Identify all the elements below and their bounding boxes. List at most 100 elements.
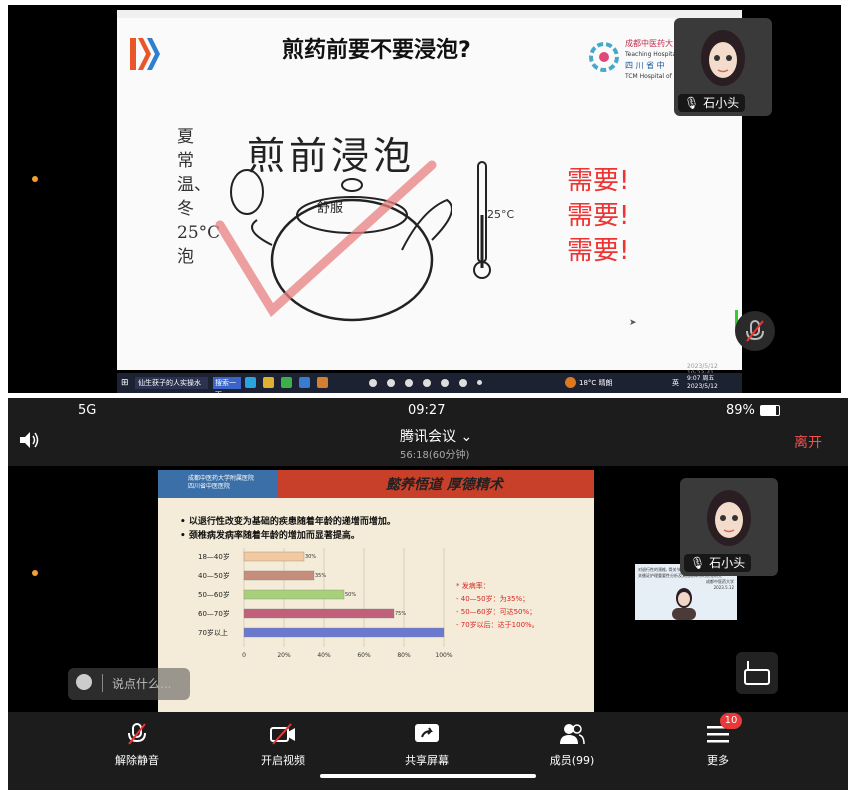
start-video-button[interactable]: 开启视频 xyxy=(238,722,328,768)
slides-icon[interactable] xyxy=(317,377,328,388)
chart-value-label: 30% xyxy=(305,554,316,560)
clock: 09:27 xyxy=(408,403,446,418)
chart-bar xyxy=(243,589,345,600)
ime-indicator[interactable]: 英 xyxy=(672,377,679,389)
folder-icon[interactable] xyxy=(263,377,274,388)
mic-muted-icon xyxy=(746,320,764,342)
taskbar-search[interactable]: 搜索一下 xyxy=(213,377,241,399)
mic-muted-icon: 🎙 xyxy=(684,96,700,110)
slide-nav-dot[interactable] xyxy=(459,379,467,387)
slide-chevron-logo xyxy=(130,38,160,70)
thermometer-icon xyxy=(473,161,491,279)
need-text-1: 需要! xyxy=(567,166,630,196)
chart-x-tick: 20% xyxy=(277,652,291,659)
chart-category-label: 50—60岁 xyxy=(198,590,230,599)
weather-text: 18°C 晴朗 xyxy=(579,379,613,387)
hospital-logo-icon xyxy=(589,42,619,72)
chart-x-tick: 80% xyxy=(397,652,411,659)
chevron-down-icon: ⌄ xyxy=(460,429,473,445)
need-text-3: 需要! xyxy=(567,236,630,266)
weather-icon xyxy=(565,377,576,388)
battery-icon xyxy=(760,405,780,416)
chat-divider xyxy=(102,674,103,692)
share-screen-button[interactable]: 共享屏幕 xyxy=(382,722,472,768)
meeting-header: 腾讯会议 ⌄ 56:18(60分钟) 离开 xyxy=(8,424,848,466)
chart-x-tick: 100% xyxy=(435,652,452,659)
meeting-icon[interactable] xyxy=(299,377,310,388)
members-button[interactable]: 成员(99) xyxy=(527,722,617,768)
herb-pot-drawing xyxy=(215,160,452,322)
participant-name: 🎙 石小头 xyxy=(678,94,746,112)
chart-category-label: 18—40岁 xyxy=(198,552,230,561)
mouse-cursor-icon: ➤ xyxy=(629,318,637,328)
status-bar: 5G 09:27 89% xyxy=(8,398,848,424)
slide-nav-dot[interactable] xyxy=(477,380,482,385)
chat-placeholder: 说点什么... xyxy=(112,677,172,691)
members-icon xyxy=(560,724,585,745)
slide-nav-dot[interactable] xyxy=(387,379,395,387)
meeting-toolbar: 解除静音 开启视频 共享屏幕 成员(99) 更多 10 xyxy=(8,712,848,790)
emoji-icon[interactable] xyxy=(76,674,92,690)
battery-percent: 89% xyxy=(726,403,755,418)
share-screen-icon xyxy=(415,724,439,742)
meeting-duration: 56:18(60分钟) xyxy=(400,450,470,461)
chart-bar xyxy=(243,608,395,619)
taskbar-clock[interactable]: 9:07 周五 2023/5/12 xyxy=(687,375,718,391)
chart-value-label: 35% xyxy=(315,573,326,579)
avatar xyxy=(707,490,751,546)
status-dot xyxy=(32,570,38,576)
mobile-meeting-panel: 5G 09:27 89% 腾讯会议 ⌄ 56:18(60分钟) 离开 成都中医药… xyxy=(8,398,848,790)
notification-badge: 10 xyxy=(720,713,742,729)
participant-name: 🎙 石小头 xyxy=(684,554,752,572)
rotate-icon xyxy=(744,661,770,685)
chat-input[interactable]: 说点什么... xyxy=(68,668,190,700)
slide-nav-dot[interactable] xyxy=(369,379,377,387)
windows-taskbar: ⊞ 仙生获子的人实操水 搜索一下 18°C 晴朗 英 9:07 周五 2023/… xyxy=(117,373,742,399)
chart-category-label: 60—70岁 xyxy=(198,609,230,618)
desktop-share-panel: 煎药前要不要浸泡? 成都中医药大 Teaching Hospital of Ch… xyxy=(8,5,841,399)
network-indicator: 5G xyxy=(78,403,97,418)
slide-nav-dot[interactable] xyxy=(441,379,449,387)
slide-nav-dot[interactable] xyxy=(405,379,413,387)
chart-bar xyxy=(243,570,315,581)
chart-value-label: 50% xyxy=(345,592,356,598)
unmute-button[interactable]: 解除静音 xyxy=(92,722,182,768)
handwritten-side-note: 夏常温、冬25°C泡 xyxy=(177,127,221,267)
more-button[interactable]: 更多 xyxy=(673,722,763,768)
start-icon[interactable]: ⊞ xyxy=(121,377,129,389)
app-icon[interactable] xyxy=(281,377,292,388)
need-text-2: 需要! xyxy=(567,201,630,231)
temperature-label: 25°C xyxy=(487,208,515,221)
speaker-icon[interactable] xyxy=(18,430,40,450)
slide-nav-dot[interactable] xyxy=(423,379,431,387)
chart-value-label: 75% xyxy=(395,611,406,617)
participant-video[interactable]: 🎙 石小头 xyxy=(680,478,778,576)
taskbar-window-item[interactable]: 仙生获子的人实操水 xyxy=(135,377,208,389)
rotate-screen-button[interactable] xyxy=(736,652,778,694)
shared-slide: 煎药前要不要浸泡? 成都中医药大 Teaching Hospital of Ch… xyxy=(117,10,742,377)
chart-x-tick: 40% xyxy=(317,652,331,659)
shared-slide: 成都中医药大学附属医院 四川省中医医院 懿养悟道 厚德精术 • 以退行性改变为基… xyxy=(158,470,594,712)
meeting-title[interactable]: 腾讯会议 ⌄ xyxy=(400,426,472,446)
window-titlebar xyxy=(117,10,742,18)
home-indicator[interactable] xyxy=(320,774,536,778)
chart-category-label: 70岁以上 xyxy=(198,628,228,637)
edge-icon[interactable] xyxy=(245,377,256,388)
pot-label: 舒服 xyxy=(317,201,344,216)
mic-muted-icon: 🎙 xyxy=(690,556,706,570)
chart-x-tick: 0 xyxy=(242,652,246,659)
leave-button[interactable]: 离开 xyxy=(794,432,822,452)
mic-muted-icon xyxy=(128,723,146,745)
participant-video[interactable]: 🎙 石小头 xyxy=(674,18,772,116)
presenter-avatar xyxy=(672,588,696,620)
slide-title: 煎药前要不要浸泡? xyxy=(282,38,471,63)
avatar xyxy=(701,30,745,86)
chart-bar xyxy=(243,551,305,562)
chart-x-tick: 60% xyxy=(357,652,371,659)
camera-off-icon xyxy=(270,723,295,745)
incidence-notes: * 发病率： - 40—50岁：为35%； - 50—60岁：可达50%； - … xyxy=(456,582,539,629)
mute-toggle-button[interactable] xyxy=(735,311,775,351)
status-dot xyxy=(32,176,38,182)
chart-bar xyxy=(243,627,445,638)
chart-category-label: 40—50岁 xyxy=(198,571,230,580)
